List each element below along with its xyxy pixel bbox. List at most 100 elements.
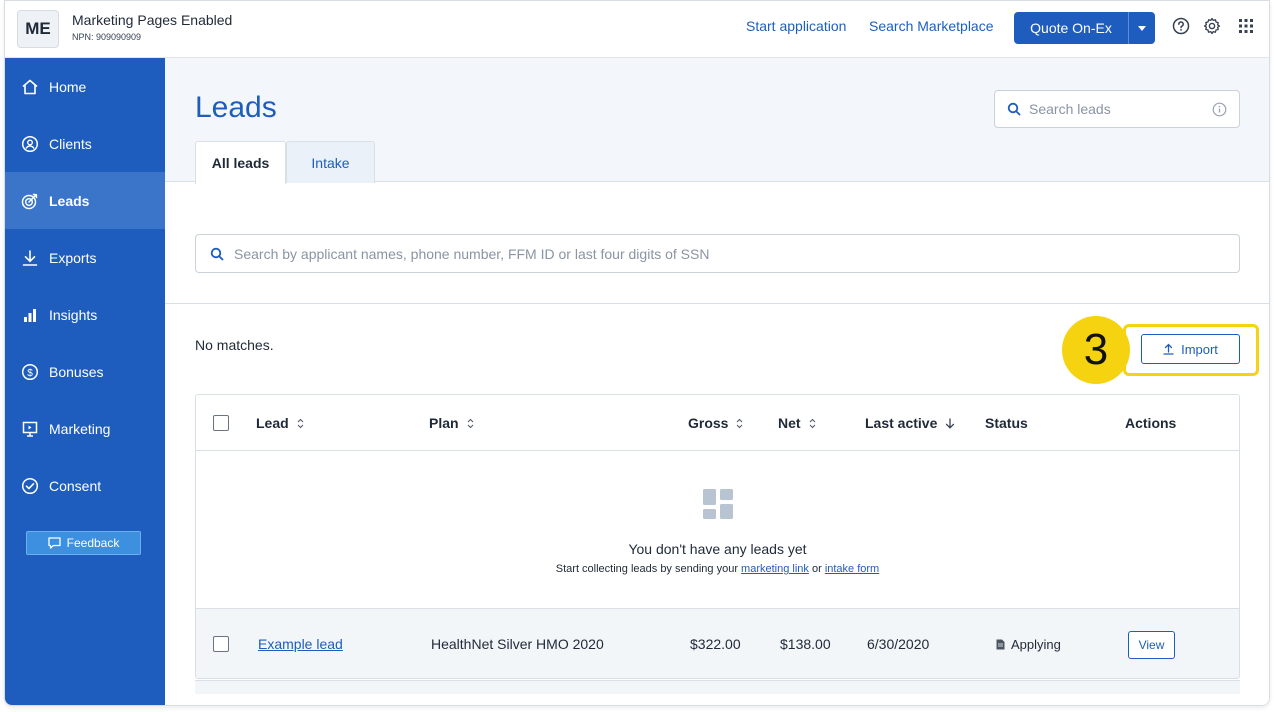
table-scroll-strip bbox=[195, 680, 1240, 694]
search-leads-input[interactable] bbox=[1029, 101, 1212, 117]
svg-text:$: $ bbox=[27, 367, 33, 378]
presentation-icon bbox=[20, 419, 40, 439]
sidebar-item-label: Leads bbox=[49, 192, 90, 209]
app-window: ME Marketing Pages Enabled NPN: 90909090… bbox=[4, 0, 1270, 706]
column-label: Plan bbox=[429, 415, 459, 431]
last-active-cell: 6/30/2020 bbox=[867, 636, 930, 652]
search-icon bbox=[210, 247, 224, 260]
column-label: Lead bbox=[256, 415, 289, 431]
plan-cell: HealthNet Silver HMO 2020 bbox=[431, 636, 604, 652]
table-row: Example lead HealthNet Silver HMO 2020 $… bbox=[196, 609, 1239, 678]
column-header-actions: Actions bbox=[1125, 415, 1177, 431]
empty-state-title: You don't have any leads yet bbox=[628, 541, 807, 557]
section-divider bbox=[165, 303, 1269, 304]
document-icon bbox=[996, 639, 1005, 650]
info-icon[interactable] bbox=[1212, 102, 1227, 117]
sidebar-item-label: Home bbox=[49, 78, 87, 95]
sort-icon bbox=[809, 418, 816, 429]
column-header-status: Status bbox=[985, 415, 1028, 431]
chevron-down-icon bbox=[1138, 25, 1146, 31]
apps-grid-icon[interactable] bbox=[1236, 16, 1256, 36]
page-header: Leads All leads Intake bbox=[165, 58, 1269, 184]
account-npn: NPN: 909090909 bbox=[72, 32, 142, 42]
feedback-label: Feedback bbox=[66, 536, 120, 550]
sidebar-item-label: Bonuses bbox=[49, 363, 104, 380]
sort-descending-icon bbox=[945, 417, 955, 429]
sidebar-item-leads[interactable]: Leads bbox=[5, 172, 165, 229]
sidebar-item-bonuses[interactable]: $ Bonuses bbox=[5, 343, 165, 400]
dashboard-icon bbox=[703, 489, 733, 519]
empty-state-subtitle: Start collecting leads by sending your m… bbox=[196, 563, 1239, 575]
quote-button-group: Quote On-Ex bbox=[1014, 12, 1155, 44]
main-content: Leads All leads Intake No matches. Impor… bbox=[165, 58, 1269, 705]
search-icon bbox=[1007, 102, 1021, 116]
no-matches-text: No matches. bbox=[195, 337, 274, 353]
marketing-link[interactable]: marketing link bbox=[741, 563, 809, 575]
home-icon bbox=[20, 77, 40, 97]
page-title: Leads bbox=[195, 91, 277, 124]
import-button[interactable]: Import bbox=[1141, 334, 1240, 364]
column-header-plan[interactable]: Plan bbox=[429, 415, 474, 431]
sidebar-item-label: Exports bbox=[49, 249, 97, 266]
lead-filter-box bbox=[195, 234, 1240, 273]
column-label: Net bbox=[778, 415, 801, 431]
sidebar: Home Clients Leads Exports Insights $ Bo… bbox=[5, 58, 165, 705]
search-leads-box bbox=[994, 90, 1240, 128]
sort-icon bbox=[467, 418, 474, 429]
view-button[interactable]: View bbox=[1128, 631, 1175, 659]
sidebar-item-home[interactable]: Home bbox=[5, 58, 165, 115]
lead-filter-input[interactable] bbox=[234, 245, 1225, 262]
search-marketplace-link[interactable]: Search Marketplace bbox=[869, 18, 994, 34]
gross-cell: $322.00 bbox=[690, 636, 741, 652]
check-circle-icon bbox=[20, 476, 40, 496]
feedback-button[interactable]: Feedback bbox=[26, 531, 141, 555]
download-icon bbox=[20, 248, 40, 268]
tab-all-leads[interactable]: All leads bbox=[195, 141, 286, 184]
start-application-link[interactable]: Start application bbox=[746, 18, 846, 34]
upload-icon bbox=[1163, 343, 1174, 355]
sidebar-item-exports[interactable]: Exports bbox=[5, 229, 165, 286]
column-header-last-active[interactable]: Last active bbox=[865, 415, 955, 431]
account-name: Marketing Pages Enabled bbox=[72, 12, 233, 28]
table-header: Lead Plan Gross Net Last active Status A… bbox=[196, 395, 1239, 451]
column-header-net[interactable]: Net bbox=[778, 415, 816, 431]
net-cell: $138.00 bbox=[780, 636, 831, 652]
quote-dropdown-toggle[interactable] bbox=[1129, 12, 1155, 44]
empty-sub-prefix: Start collecting leads by sending your bbox=[555, 563, 738, 575]
sidebar-item-label: Insights bbox=[49, 306, 98, 323]
select-all-checkbox[interactable] bbox=[213, 415, 229, 431]
empty-state: You don't have any leads yet Start colle… bbox=[196, 451, 1239, 609]
step-number-badge: 3 bbox=[1062, 316, 1130, 384]
leads-table: Lead Plan Gross Net Last active Status A… bbox=[195, 394, 1240, 679]
help-icon[interactable] bbox=[1171, 16, 1191, 36]
import-label: Import bbox=[1181, 341, 1218, 357]
feedback-icon bbox=[47, 537, 61, 549]
lead-name-link[interactable]: Example lead bbox=[258, 636, 343, 652]
tab-intake[interactable]: Intake bbox=[286, 141, 375, 183]
account-avatar[interactable]: ME bbox=[17, 10, 59, 48]
column-header-lead[interactable]: Lead bbox=[256, 415, 304, 431]
sidebar-item-consent[interactable]: Consent bbox=[5, 457, 165, 514]
intake-form-link[interactable]: intake form bbox=[825, 563, 879, 575]
sidebar-item-clients[interactable]: Clients bbox=[5, 115, 165, 172]
sidebar-item-label: Marketing bbox=[49, 420, 111, 437]
status-label: Applying bbox=[1011, 637, 1061, 652]
row-checkbox[interactable] bbox=[213, 636, 229, 652]
target-icon bbox=[20, 191, 40, 211]
settings-gear-icon[interactable] bbox=[1202, 16, 1222, 36]
sidebar-item-label: Consent bbox=[49, 477, 102, 494]
top-bar: ME Marketing Pages Enabled NPN: 90909090… bbox=[5, 1, 1269, 58]
empty-sub-or: or bbox=[811, 563, 822, 575]
sidebar-item-insights[interactable]: Insights bbox=[5, 286, 165, 343]
sidebar-item-marketing[interactable]: Marketing bbox=[5, 400, 165, 457]
sort-icon bbox=[736, 418, 743, 429]
bar-chart-icon bbox=[20, 305, 40, 325]
dollar-circle-icon: $ bbox=[20, 362, 40, 382]
sort-icon bbox=[297, 418, 304, 429]
sidebar-item-label: Clients bbox=[49, 135, 92, 152]
column-label: Gross bbox=[688, 415, 729, 431]
quote-on-ex-button[interactable]: Quote On-Ex bbox=[1014, 12, 1129, 44]
column-header-gross[interactable]: Gross bbox=[688, 415, 743, 431]
column-label: Last active bbox=[865, 415, 938, 431]
status-cell: Applying bbox=[996, 637, 1061, 652]
